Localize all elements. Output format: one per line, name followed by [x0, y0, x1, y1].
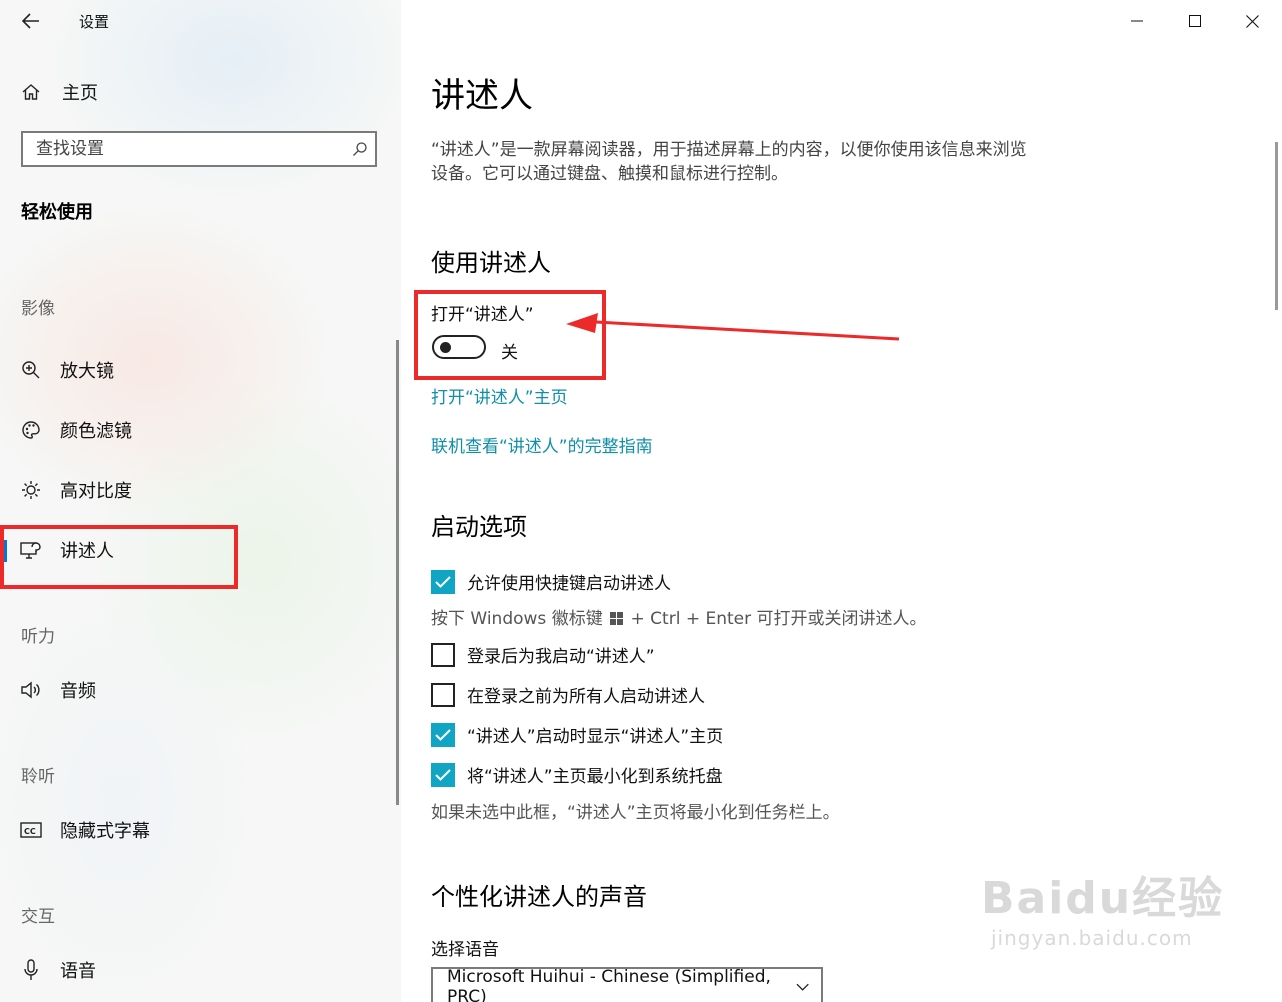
hint-text-pre: 按下 Windows 徽标键 — [431, 609, 603, 629]
group-heading-hearing: 听力 — [21, 627, 55, 647]
shortcut-checkbox[interactable] — [431, 569, 455, 594]
sidebar-item-label: 颜色滤镜 — [60, 421, 132, 442]
page-title: 讲述人 — [431, 76, 533, 116]
microphone-icon — [20, 959, 42, 981]
section-title: 轻松使用 — [21, 202, 93, 223]
voice-select[interactable]: Microsoft Huihui - Chinese (Simplified, … — [431, 967, 823, 1002]
windows-logo-icon — [610, 612, 624, 625]
minimize-icon — [1131, 20, 1143, 22]
content-scrollbar[interactable] — [1275, 142, 1278, 310]
narrator-home-link[interactable]: 打开“讲述人”主页 — [431, 383, 568, 408]
page-description: “讲述人”是一款屏幕阅读器，用于描述屏幕上的内容，以便你使用该信息来浏览设备。它… — [431, 140, 1027, 184]
main-content: 讲述人 “讲述人”是一款屏幕阅读器，用于描述屏幕上的内容，以便你使用该信息来浏览… — [401, 0, 1282, 1002]
section-heading-startup: 启动选项 — [431, 513, 527, 541]
checkbox-label: “讲述人”启动时显示“讲述人”主页 — [467, 727, 724, 747]
sidebar-item-audio[interactable]: 音频 — [0, 668, 380, 712]
sidebar-item-label: 高对比度 — [60, 481, 132, 502]
checkbox-label: 允许使用快捷键启动讲述人 — [467, 574, 671, 594]
sidebar-item-home[interactable]: 主页 — [0, 70, 380, 114]
annotation-arrow-icon — [566, 313, 900, 341]
minimize-tray-checkbox[interactable] — [431, 762, 455, 787]
close-icon — [1245, 14, 1259, 28]
shortcut-hint: 按下 Windows 徽标键 + Ctrl + Enter 可打开或关闭讲述人。 — [431, 604, 927, 629]
hint-text-post: + Ctrl + Enter 可打开或关闭讲述人。 — [630, 609, 927, 629]
svg-text:CC: CC — [24, 827, 36, 836]
app-title: 设置 — [79, 13, 110, 31]
before-signin-checkbox[interactable] — [431, 682, 455, 707]
speaker-icon — [20, 679, 42, 701]
sidebar-item-label: 主页 — [62, 83, 98, 104]
watermark-main: Baidu经验 — [981, 873, 1225, 924]
maximize-button[interactable] — [1172, 4, 1218, 38]
sidebar-item-label: 放大镜 — [60, 361, 114, 382]
back-arrow-icon — [22, 13, 39, 29]
maximize-icon — [1189, 15, 1201, 27]
close-button[interactable] — [1229, 4, 1275, 38]
voice-select-label: 选择语音 — [431, 940, 499, 960]
checkmark-icon — [435, 768, 451, 781]
palette-icon — [20, 419, 42, 441]
checkbox-label: 登录后为我启动“讲述人” — [467, 647, 655, 667]
section-heading-voice: 个性化讲述人的声音 — [431, 883, 647, 911]
sidebar-item-high-contrast[interactable]: 高对比度 — [0, 468, 380, 512]
sidebar-item-speech[interactable]: 语音 — [0, 948, 380, 992]
show-home-checkbox[interactable] — [431, 722, 455, 747]
checkmark-icon — [435, 728, 451, 741]
group-heading-hearing-2: 聆听 — [21, 767, 55, 787]
after-signin-checkbox[interactable] — [431, 642, 455, 667]
sidebar-item-label: 语音 — [60, 961, 96, 982]
watermark-sub: jingyan.baidu.com — [991, 926, 1193, 950]
narrator-guide-link[interactable]: 联机查看“讲述人”的完整指南 — [431, 432, 653, 457]
watermark: Baidu经验 jingyan.baidu.com — [981, 862, 1224, 950]
sidebar-scrollbar[interactable] — [396, 340, 399, 805]
sidebar: 设置 主页 轻松使用 影像 放大镜 颜色滤镜 高对比度 — [0, 0, 401, 1002]
minimize-button[interactable] — [1114, 4, 1160, 38]
checkbox-row-after-signin[interactable]: 登录后为我启动“讲述人” — [431, 642, 655, 667]
checkbox-row-show-home[interactable]: “讲述人”启动时显示“讲述人”主页 — [431, 722, 723, 747]
sun-icon — [20, 479, 42, 501]
sidebar-item-captions[interactable]: CC 隐藏式字幕 — [0, 808, 380, 852]
group-heading-vision: 影像 — [21, 299, 55, 319]
sidebar-item-magnifier[interactable]: 放大镜 — [0, 348, 380, 392]
magnifier-icon — [20, 359, 42, 381]
closed-captions-icon: CC — [20, 819, 42, 841]
checkbox-label: 在登录之前为所有人启动讲述人 — [467, 687, 705, 707]
voice-select-value: Microsoft Huihui - Chinese (Simplified, … — [447, 967, 771, 1002]
search-input[interactable] — [23, 138, 345, 160]
checkbox-row-before-signin[interactable]: 在登录之前为所有人启动讲述人 — [431, 682, 705, 707]
back-button[interactable] — [14, 6, 48, 36]
section-heading-use-narrator: 使用讲述人 — [431, 249, 551, 277]
minimize-hint: 如果未选中此框，“讲述人”主页将最小化到任务栏上。 — [431, 803, 840, 823]
sidebar-item-label: 隐藏式字幕 — [60, 821, 150, 842]
search-icon[interactable] — [345, 141, 375, 157]
group-heading-interaction: 交互 — [21, 907, 55, 927]
checkbox-row-shortcut[interactable]: 允许使用快捷键启动讲述人 — [431, 569, 671, 594]
checkmark-icon — [435, 575, 451, 588]
sidebar-item-color-filters[interactable]: 颜色滤镜 — [0, 408, 380, 452]
annotation-highlight-box — [0, 525, 238, 589]
checkbox-label: 将“讲述人”主页最小化到系统托盘 — [467, 767, 723, 787]
sidebar-item-label: 音频 — [60, 681, 96, 702]
search-box[interactable] — [21, 131, 377, 167]
chevron-down-icon — [796, 983, 809, 991]
checkbox-row-minimize-tray[interactable]: 将“讲述人”主页最小化到系统托盘 — [431, 762, 723, 787]
home-icon — [20, 81, 42, 103]
